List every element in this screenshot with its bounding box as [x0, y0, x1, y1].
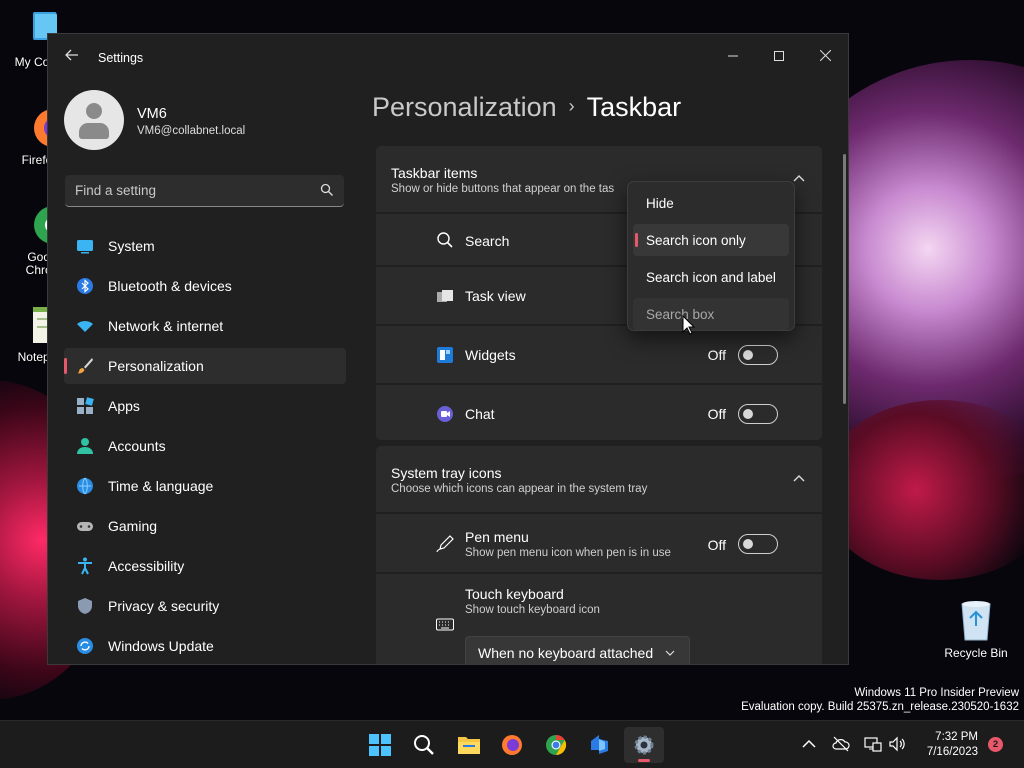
taskbar-search-button[interactable] [404, 727, 444, 763]
mouse-cursor-icon [682, 315, 696, 335]
taskbar-item-chat-row: Chat Off [376, 383, 822, 440]
breadcrumb-separator: › [568, 96, 575, 116]
sidebar-item-privacy[interactable]: Privacy & security [64, 588, 346, 624]
minimize-button[interactable] [710, 40, 756, 72]
cloud-offline-icon[interactable] [832, 735, 850, 753]
gamepad-icon [77, 522, 93, 531]
start-button[interactable] [360, 727, 400, 763]
maximize-icon [774, 51, 784, 61]
taskbar-file-explorer[interactable] [448, 727, 488, 763]
sidebar-item-time-language[interactable]: Time & language [64, 468, 346, 504]
taskbar-chrome[interactable] [536, 727, 576, 763]
desktop-icon-recycle-bin[interactable]: Recycle Bin [940, 598, 1012, 660]
window-title: Settings [98, 51, 144, 65]
title-bar: Settings [48, 34, 848, 82]
network-icon[interactable] [864, 735, 882, 753]
chevron-up-icon[interactable] [800, 735, 818, 753]
sidebar-item-network[interactable]: Network & internet [64, 308, 346, 344]
search-icon [414, 735, 434, 755]
sidebar-nav: System Bluetooth & devices Network & int… [64, 228, 346, 664]
taskbar-azure-devops[interactable] [580, 727, 620, 763]
system-tray-header[interactable]: System tray icons Choose which icons can… [376, 446, 822, 512]
breadcrumb-parent[interactable]: Personalization [372, 92, 557, 122]
sidebar-item-windows-update[interactable]: Windows Update [64, 628, 346, 664]
chat-toggle[interactable] [738, 404, 778, 424]
search-icon [437, 232, 453, 248]
chevron-down-icon [665, 650, 675, 656]
taskbar-settings[interactable] [624, 727, 664, 763]
file-explorer-icon [458, 737, 480, 754]
task-view-icon [437, 290, 453, 302]
system-tray-section: System tray icons Choose which icons can… [376, 446, 822, 664]
sidebar-item-system[interactable]: System [64, 228, 346, 264]
breadcrumb: Personalization › Taskbar [372, 92, 681, 123]
recycle-bin-icon [961, 601, 991, 641]
firefox-icon [502, 735, 522, 755]
touch-keyboard-dropdown[interactable]: When no keyboard attached [465, 636, 690, 664]
shield-icon [78, 598, 92, 614]
pen-menu-toggle[interactable] [738, 534, 778, 554]
minimize-icon [728, 55, 738, 57]
find-setting-search [65, 175, 344, 207]
system-clock[interactable]: 7:32 PM 7/16/2023 [910, 730, 978, 760]
search-input[interactable] [65, 175, 305, 206]
globe-icon [77, 477, 93, 495]
sidebar-item-personalization[interactable]: Personalization [64, 348, 346, 384]
maximize-button[interactable] [756, 40, 802, 72]
touch-keyboard-row: Touch keyboard Show touch keyboard icon … [376, 572, 822, 664]
arrow-left-icon [65, 49, 78, 61]
menu-item-search-box[interactable]: Search box [633, 298, 789, 330]
notification-badge[interactable]: 2 [988, 737, 1003, 752]
keyboard-icon [436, 618, 454, 631]
pen-icon [436, 535, 454, 553]
user-name: VM6 [137, 106, 167, 122]
close-button[interactable] [802, 40, 848, 72]
volume-icon[interactable] [888, 735, 906, 753]
taskbar: 7:32 PM 7/16/2023 2 [0, 720, 1024, 768]
sidebar-item-accessibility[interactable]: Accessibility [64, 548, 346, 584]
widgets-toggle[interactable] [738, 345, 778, 365]
user-email: VM6@collabnet.local [137, 125, 246, 137]
azure-devops-icon [591, 735, 608, 754]
menu-item-search-icon-only[interactable]: Search icon only [633, 224, 789, 256]
scrollbar[interactable] [843, 154, 846, 404]
update-icon [77, 638, 93, 654]
pen-menu-row: Pen menu Show pen menu icon when pen is … [376, 512, 822, 572]
user-profile[interactable]: VM6 VM6@collabnet.local [64, 90, 354, 150]
settings-window: Settings VM6 VM6@collabnet.local System … [47, 33, 849, 665]
widgets-icon [437, 347, 453, 363]
accessibility-icon [78, 557, 92, 575]
taskbar-firefox[interactable] [492, 727, 532, 763]
menu-item-hide[interactable]: Hide [633, 187, 789, 219]
avatar [64, 90, 124, 150]
close-icon [819, 49, 831, 62]
chrome-icon [546, 734, 567, 756]
search-options-menu: Hide Search icon only Search icon and la… [627, 181, 795, 331]
wifi-icon [77, 320, 93, 332]
sidebar-item-gaming[interactable]: Gaming [64, 508, 346, 544]
search-icon[interactable] [320, 183, 334, 197]
back-button[interactable] [62, 48, 82, 68]
page-title: Taskbar [586, 92, 682, 122]
apps-icon [77, 397, 94, 414]
settings-icon [634, 735, 654, 755]
bluetooth-icon [77, 278, 93, 294]
evaluation-watermark: Windows 11 Pro Insider Preview Evaluatio… [741, 687, 1019, 713]
chevron-up-icon [793, 475, 805, 482]
start-icon [369, 734, 391, 756]
taskbar-item-widgets-row: Widgets Off [376, 324, 822, 383]
menu-item-search-icon-and-label[interactable]: Search icon and label [633, 261, 789, 293]
accounts-icon [77, 438, 93, 454]
sidebar-item-accounts[interactable]: Accounts [64, 428, 346, 464]
sidebar-item-bluetooth[interactable]: Bluetooth & devices [64, 268, 346, 304]
brush-icon [77, 358, 93, 374]
chat-icon [437, 406, 453, 422]
sidebar-item-apps[interactable]: Apps [64, 388, 346, 424]
system-icon [77, 240, 93, 254]
